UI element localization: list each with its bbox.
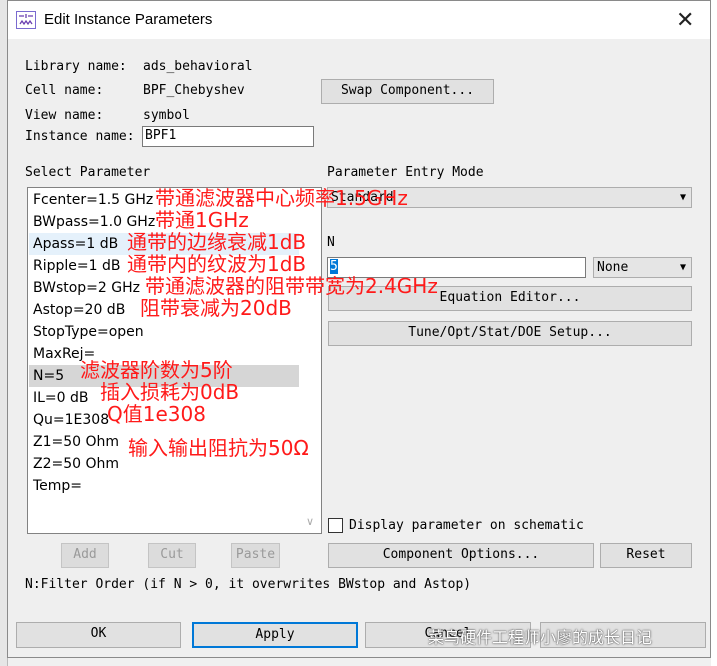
cell-label: Cell name:: [25, 83, 104, 98]
parameter-list-item[interactable]: Temp=: [29, 475, 299, 497]
reset-button[interactable]: Reset: [600, 543, 692, 568]
parameter-value: 5: [330, 259, 338, 274]
edit-instance-dialog: Edit Instance Parameters ✕ Library name:…: [7, 0, 711, 658]
chevron-down-icon: ▼: [679, 262, 686, 273]
chevron-down-icon: ▼: [679, 192, 686, 203]
paste-button[interactable]: Paste: [231, 543, 280, 568]
instance-name-input[interactable]: BPF1: [142, 126, 314, 147]
annotation-text: 带通1GHz: [155, 208, 249, 232]
parameter-list-item[interactable]: StopType=open: [29, 321, 299, 343]
annotation-text: 输入输出阻抗为50Ω: [128, 436, 309, 460]
view-label: View name:: [25, 108, 104, 123]
cut-button[interactable]: Cut: [148, 543, 196, 568]
apply-button[interactable]: Apply: [192, 622, 358, 648]
entry-mode-heading: Parameter Entry Mode: [327, 165, 484, 180]
library-value: ads_behavioral: [143, 59, 253, 74]
cell-value: BPF_Chebyshev: [143, 83, 245, 98]
swap-component-button[interactable]: Swap Component...: [321, 79, 494, 104]
annotation-text: Q值1e308: [107, 402, 206, 426]
tune-opt-stat-doe-button[interactable]: Tune/Opt/Stat/DOE Setup...: [328, 321, 692, 346]
annotation-text: 带通滤波器的阻带带宽为2.4GHz: [145, 274, 438, 298]
scroll-down-icon[interactable]: ∨: [301, 513, 319, 531]
annotation-text: 通带内的纹波为1dB: [127, 252, 307, 276]
ok-button[interactable]: OK: [16, 622, 181, 648]
library-label: Library name:: [25, 59, 127, 74]
hint-text: N:Filter Order (if N > 0, it overwrites …: [25, 577, 472, 592]
component-options-button[interactable]: Component Options...: [328, 543, 594, 568]
add-button[interactable]: Add: [61, 543, 109, 568]
watermark: 菜鸟硬件工程师小廖的成长日记: [428, 628, 653, 647]
unit-select[interactable]: None ▼: [593, 257, 692, 278]
annotation-text: 插入损耗为0dB: [100, 380, 240, 404]
display-parameter-label: Display parameter on schematic: [349, 518, 584, 533]
annotation-text: 通带的边缘衰减1dB: [127, 230, 307, 254]
annotation-text: 阻带衰减为20dB: [140, 296, 292, 320]
instance-label: Instance name:: [25, 129, 135, 144]
parameter-name-label: N: [327, 235, 335, 250]
dialog-title: Edit Instance Parameters: [44, 11, 213, 28]
annotation-text: 带通滤波器中心频率1.5GHz: [155, 186, 408, 210]
title-bar: Edit Instance Parameters ✕: [8, 1, 710, 39]
annotation-text: 滤波器阶数为5阶: [80, 358, 233, 382]
close-icon[interactable]: ✕: [676, 7, 694, 33]
view-value: symbol: [143, 108, 190, 123]
display-parameter-checkbox[interactable]: [328, 518, 343, 533]
unit-value: None: [597, 260, 629, 275]
filter-app-icon: [16, 11, 36, 29]
select-parameter-heading: Select Parameter: [25, 165, 151, 180]
background-window-right: [711, 0, 717, 666]
